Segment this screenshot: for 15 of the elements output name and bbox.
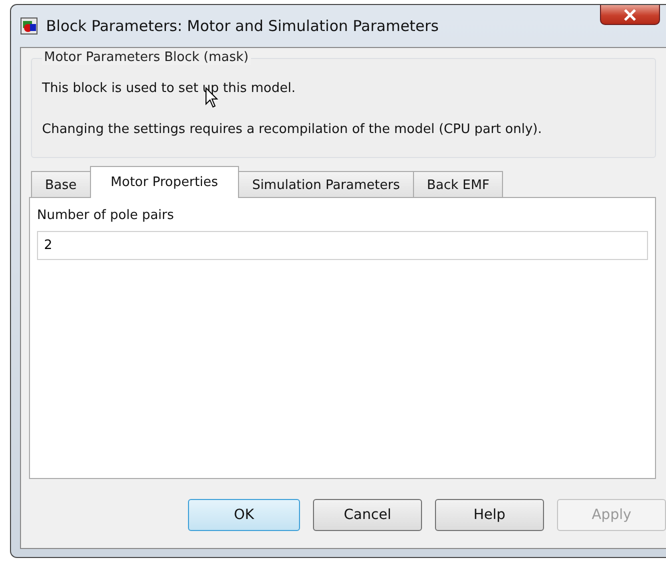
block-diagram-icon (20, 17, 38, 35)
close-button[interactable] (600, 5, 660, 25)
dialog-button[interactable]: Cancel (313, 499, 422, 531)
description-text: Changing the settings requires a recompilation of the model (CPU part only). (42, 122, 543, 137)
input-field[interactable]: 2 (37, 231, 648, 260)
window-title: Block Parameters: Motor and Simulation Parameters (46, 17, 439, 35)
close-icon (623, 8, 637, 20)
dialog-button[interactable]: Help (435, 499, 544, 531)
tab[interactable]: Motor Properties (90, 166, 240, 198)
tab[interactable]: Back EMF (412, 171, 504, 198)
dialog-button[interactable]: OK (188, 499, 300, 531)
field-label: Number of pole pairs (37, 208, 175, 223)
tab[interactable]: Simulation Parameters (238, 171, 414, 198)
tab[interactable]: Base (31, 171, 91, 198)
group-title: Motor Parameters Block (mask) (42, 50, 251, 65)
